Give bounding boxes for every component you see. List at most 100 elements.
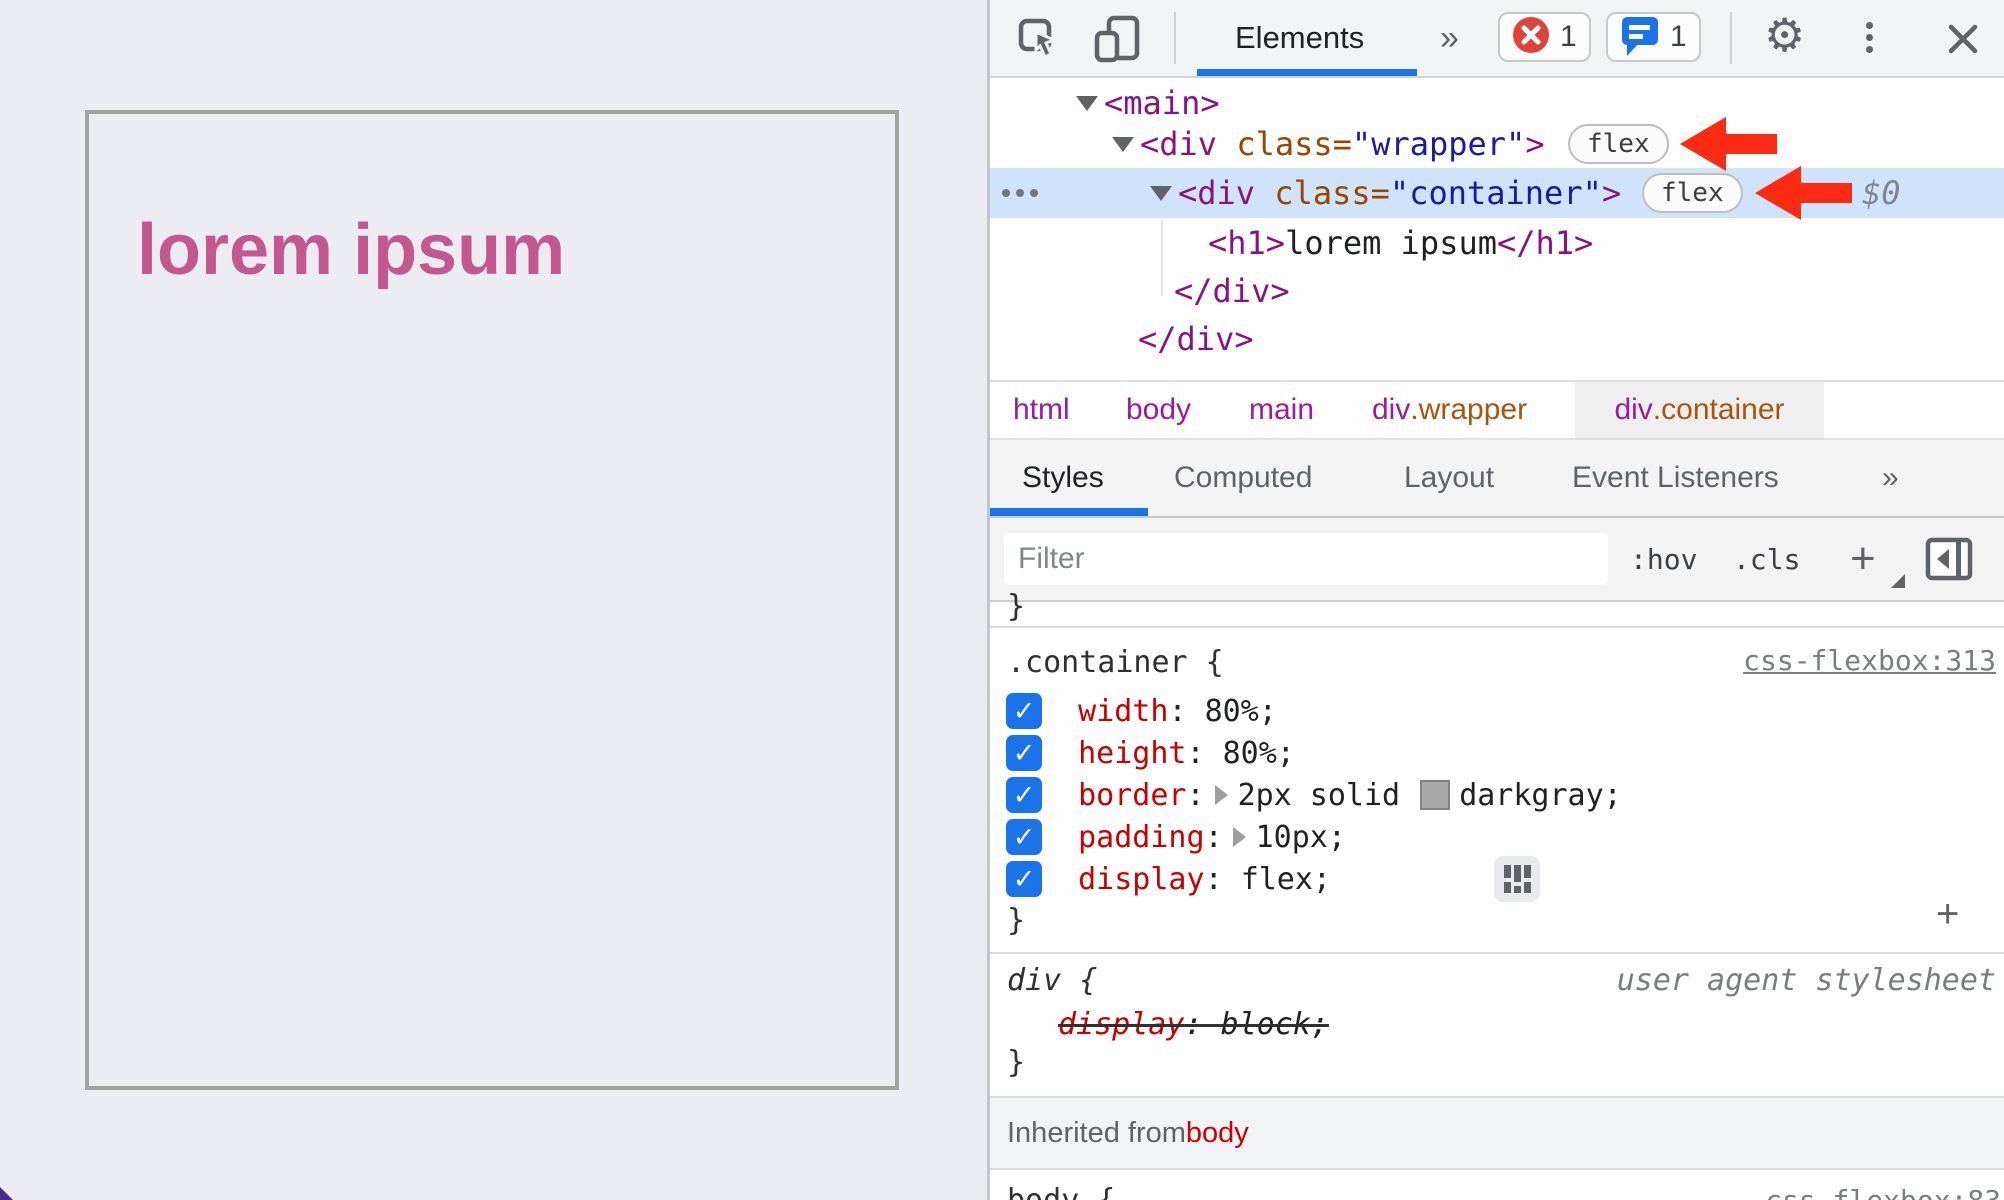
property-checkbox[interactable]: ✓ [1006,693,1042,729]
previous-rule-close: } [1007,588,1026,624]
property-name: height [1078,735,1187,771]
tab-layout[interactable]: Layout [1404,440,1494,516]
stylesheet-link[interactable]: css-flexbox:834 [1765,1178,2004,1200]
tab-computed[interactable]: Computed [1174,440,1312,516]
property-value: 2px solid [1237,777,1401,813]
more-tabs-chevron[interactable]: » [1882,440,1899,516]
more-panels-chevron[interactable]: » [1440,0,1459,76]
stylesheet-link[interactable]: css-flexbox:313 [1743,638,1996,682]
toolbar-divider [1730,12,1732,64]
toolbar-divider [1174,12,1176,64]
flex-badge[interactable]: flex [1568,124,1669,164]
prop-row-width[interactable]: ✓ width: 80%; [1006,689,1277,733]
tag-close-bracket: > [1525,125,1545,163]
crumb-div-wrapper[interactable]: div .wrapper [1372,382,1527,438]
crumb-main[interactable]: main [1249,382,1314,438]
annotation-arrow-icon [1755,166,1852,220]
more-actions-icon[interactable] [1002,189,1038,197]
crumb-div-container[interactable]: div .container [1575,382,1824,438]
flex-editor-icon[interactable] [1349,821,1540,937]
property-value: 80%; [1222,735,1295,771]
dollar-zero-hint: $0 [1862,174,1901,212]
close-devtools-icon[interactable] [1945,21,1981,62]
indent-guide [1161,220,1163,296]
crumb-html[interactable]: html [1013,382,1070,438]
property-value: 10px; [1255,819,1346,855]
crumb-class: .container [1652,393,1785,426]
expand-arrow-icon[interactable] [1150,185,1172,201]
rendered-page: lorem ipsum [0,0,987,1200]
tag-h1-close: </h1> [1496,224,1594,262]
inspect-element-icon[interactable] [1016,16,1062,67]
property-name: display [1058,1006,1185,1042]
tab-elements[interactable]: Elements [1235,0,1364,76]
property-name: width [1078,693,1169,729]
rule-close-brace: } [1007,902,1026,938]
expand-arrow-icon[interactable] [1076,95,1098,111]
crumb-body[interactable]: body [1126,382,1191,438]
toggle-class-button[interactable]: .cls [1733,518,1800,600]
prop-row-height[interactable]: ✓ height: 80%; [1006,731,1295,775]
stylesheet-link-text: css-flexbox:313 [1743,643,1996,677]
tag-div-open: <div [1178,174,1275,212]
expand-shorthand-icon[interactable] [1214,785,1228,805]
error-count: 1 [1560,20,1577,53]
dom-row-h1[interactable]: <h1> lorem ipsum </h1> [1208,218,1998,268]
tag-div-close: </div> [1174,272,1290,310]
property-value: 80%; [1204,693,1277,729]
devtools-toolbar: Elements » 1 1 ⚙ [990,0,2004,78]
crumb-tag: div [1614,393,1653,426]
tag-div-close: </div> [1138,320,1254,358]
property-checkbox[interactable]: ✓ [1006,777,1042,813]
property-checkbox[interactable]: ✓ [1006,819,1042,855]
expand-arrow-icon[interactable] [1112,136,1134,152]
rule-separator [990,952,2004,954]
separator: : [1184,1006,1221,1042]
inherited-body-link[interactable]: body [1186,1117,1249,1150]
devtools-panel: Elements » 1 1 ⚙ <main> <div class= "wra… [990,0,2004,1200]
color-swatch[interactable] [1420,780,1451,810]
new-style-rule-button[interactable]: + [1850,518,1876,600]
separator: : [1186,777,1205,813]
separator: : [1204,861,1241,897]
filter-input[interactable] [1004,533,1608,585]
tab-styles[interactable]: Styles [1022,440,1104,516]
prop-row-display-overridden[interactable]: display: block; [1058,1002,1329,1046]
separator: : [1168,693,1205,729]
error-badge[interactable]: 1 [1498,12,1591,62]
plus-icon: + [1936,891,1960,936]
property-checkbox[interactable]: ✓ [1006,735,1042,771]
message-icon [1620,13,1660,62]
prop-row-display[interactable]: ✓ display: flex; [1006,856,1540,902]
flex-badge[interactable]: flex [1642,173,1743,213]
dom-row-close-container[interactable]: </div> [1174,266,1574,316]
expand-shorthand-icon[interactable] [1232,827,1246,847]
h1-text: lorem ipsum [1285,224,1497,262]
dom-row-close-wrapper[interactable]: </div> [1138,314,1538,364]
kebab-menu-icon[interactable] [1866,22,1873,53]
toggle-sidebar-icon[interactable] [1924,534,1974,589]
rule-separator [990,626,2004,628]
dom-row-wrapper[interactable]: <div class= "wrapper" > [1112,119,2002,169]
attr-value-wrapper: "wrapper" [1351,125,1526,163]
property-checkbox[interactable]: ✓ [1006,861,1042,897]
selector-body[interactable]: body { [1007,1178,1115,1200]
attr-class: class= [1236,125,1352,163]
property-value: block; [1220,1006,1329,1042]
prop-row-border[interactable]: ✓ border:2px solid darkgray; [1006,773,1622,817]
device-toolbar-icon[interactable] [1093,14,1143,69]
selector-div-ua[interactable]: div { [1007,958,1097,1002]
ua-stylesheet-label: user agent stylesheet [1617,958,1996,1002]
add-property-button[interactable]: + [1936,892,1959,936]
selector-container[interactable]: .container { [1007,640,1224,684]
active-tab-underline [990,508,1148,516]
toggle-hover-state-button[interactable]: :hov [1630,518,1697,600]
prop-row-padding[interactable]: ✓ padding:10px; [1006,815,1346,859]
tab-event-listeners[interactable]: Event Listeners [1572,440,1779,516]
row-gutter-dots[interactable] [1002,168,1038,218]
settings-gear-icon[interactable]: ⚙ [1764,8,1805,62]
annotation-arrow-icon [1680,117,1777,171]
issues-badge[interactable]: 1 [1606,12,1701,62]
property-value: darkgray; [1459,777,1622,813]
ua-stylesheet-text: user agent stylesheet [1616,962,1996,998]
